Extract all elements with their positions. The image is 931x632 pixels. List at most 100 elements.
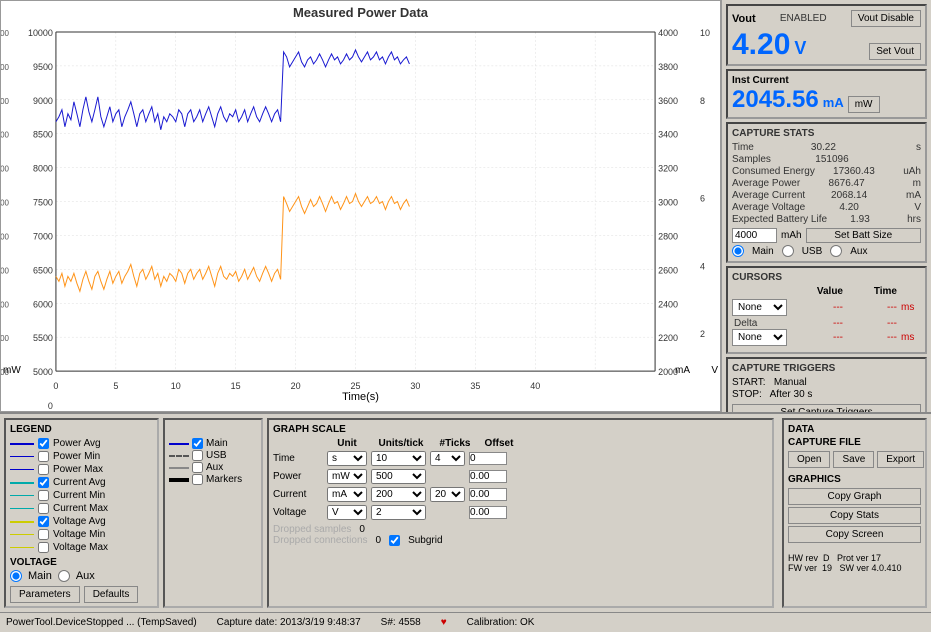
power-offset-input[interactable] xyxy=(469,470,507,483)
legend-line-current-min xyxy=(10,495,34,496)
cursor1-select[interactable]: None xyxy=(732,299,787,316)
top-area: Measured Power Data xyxy=(0,0,931,412)
gl-main: Main xyxy=(169,438,257,449)
copy-stats-button[interactable]: Copy Stats xyxy=(788,507,921,524)
legend-check-voltage-max[interactable] xyxy=(38,542,49,553)
trigger-stop-value: After 30 s xyxy=(770,389,813,400)
stat-row-batt-life: Expected Battery Life 1.93 hrs xyxy=(732,214,921,225)
capture-stats-title: CAPTURE STATS xyxy=(732,128,921,139)
current-ticks-select[interactable]: 20 xyxy=(430,487,465,502)
set-batt-button[interactable]: Set Batt Size xyxy=(806,228,921,243)
sw-ver: 4.0.410 xyxy=(872,563,902,573)
subgrid-checkbox[interactable] xyxy=(389,535,400,546)
gl-line-aux xyxy=(169,467,189,469)
gl-line-main xyxy=(169,443,189,445)
voltage-offset-input[interactable] xyxy=(469,506,507,519)
voltage-aux-radio[interactable] xyxy=(58,570,70,582)
batt-usb-radio[interactable] xyxy=(782,245,794,257)
gs-header-row: Unit Units/tick #Ticks Offset xyxy=(273,438,768,449)
status-serial: S#: 4558 xyxy=(381,617,421,628)
cursor1-time-unit: ms xyxy=(901,302,921,313)
svg-text:7000: 7000 xyxy=(1,232,10,241)
inst-current-label: Inst Current xyxy=(732,75,921,86)
gl-check-aux[interactable] xyxy=(192,462,203,473)
open-button[interactable]: Open xyxy=(788,451,830,468)
chart-area: Measured Power Data xyxy=(0,0,721,412)
time-offset-input[interactable] xyxy=(469,452,507,465)
voltage-unit-select[interactable]: V xyxy=(327,505,367,520)
time-units-per-tick-select[interactable]: 10 xyxy=(371,451,426,466)
gs-voltage-row: Voltage V 2 xyxy=(273,505,768,520)
save-button[interactable]: Save xyxy=(833,451,874,468)
vout-label: Vout xyxy=(732,13,756,25)
gl-check-usb[interactable] xyxy=(192,450,203,461)
delta-time: --- xyxy=(847,318,897,329)
svg-text:2200: 2200 xyxy=(658,333,678,343)
svg-text:10: 10 xyxy=(171,381,181,391)
legend-item-voltage-max: Voltage Max xyxy=(10,542,153,553)
trigger-start-value: Manual xyxy=(774,377,807,388)
legend-line-power-avg xyxy=(10,443,34,445)
svg-text:10000: 10000 xyxy=(28,28,53,38)
legend-item-voltage-avg: Voltage Avg xyxy=(10,516,153,527)
svg-text:6500: 6500 xyxy=(1,266,10,275)
legend-line-voltage-avg xyxy=(10,521,34,523)
batt-aux-radio[interactable] xyxy=(830,245,842,257)
chart-container: 10000 9500 9000 8500 8000 7500 7000 6500… xyxy=(1,22,720,411)
svg-text:9000: 9000 xyxy=(1,97,10,106)
legend-check-power-max[interactable] xyxy=(38,464,49,475)
parameters-button[interactable]: Parameters xyxy=(10,586,80,603)
legend-line-voltage-min xyxy=(10,534,34,535)
svg-text:25: 25 xyxy=(351,381,361,391)
cursor-col-time: Time xyxy=(847,286,897,297)
legend-check-power-min[interactable] xyxy=(38,451,49,462)
current-units-per-tick-select[interactable]: 200 xyxy=(371,487,426,502)
svg-text:0: 0 xyxy=(53,381,58,391)
batt-main-radio[interactable] xyxy=(732,245,744,257)
voltage-title: VOLTAGE xyxy=(10,557,153,568)
legend-check-current-avg[interactable] xyxy=(38,477,49,488)
main-container: Measured Power Data xyxy=(0,0,931,632)
power-unit-select[interactable]: mW xyxy=(327,469,367,484)
legend-line-current-max xyxy=(10,508,34,509)
current-offset-input[interactable] xyxy=(469,488,507,501)
dropped-samples-value: 0 xyxy=(359,524,365,535)
power-units-per-tick-select[interactable]: 500 xyxy=(371,469,426,484)
inst-mw-button[interactable]: mW xyxy=(848,96,880,113)
graph-scale-section: GRAPH SCALE Unit Units/tick #Ticks Offse… xyxy=(267,418,774,608)
copy-graph-button[interactable]: Copy Graph xyxy=(788,488,921,505)
batt-size-input[interactable] xyxy=(732,228,777,243)
time-ticks-select[interactable]: 4 xyxy=(430,451,465,466)
legend-check-power-avg[interactable] xyxy=(38,438,49,449)
legend-title: LEGEND xyxy=(10,424,153,435)
set-vout-button[interactable]: Set Vout xyxy=(869,43,921,60)
svg-text:8: 8 xyxy=(700,96,705,106)
dropped-samples-row: Dropped samples 0 xyxy=(273,524,768,535)
gs-time-row: Time s 10 4 xyxy=(273,451,768,466)
vout-disable-button[interactable]: Vout Disable xyxy=(851,10,921,27)
legend-check-current-min[interactable] xyxy=(38,490,49,501)
right-panel: Vout ENABLED Vout Disable 4.20 V Set Vou… xyxy=(721,0,931,412)
legend-check-current-max[interactable] xyxy=(38,503,49,514)
gl-check-markers[interactable] xyxy=(192,474,203,485)
copy-screen-button[interactable]: Copy Screen xyxy=(788,526,921,543)
stat-row-time: Time 30.22 s xyxy=(732,142,921,153)
gl-check-main[interactable] xyxy=(192,438,203,449)
cursor2-value: --- xyxy=(791,332,843,343)
cursor2-select[interactable]: None xyxy=(732,329,787,346)
status-bar: PowerTool.DeviceStopped ... (TempSaved) … xyxy=(0,612,931,632)
legend-check-voltage-min[interactable] xyxy=(38,529,49,540)
legend-check-voltage-avg[interactable] xyxy=(38,516,49,527)
voltage-units-per-tick-select[interactable]: 2 xyxy=(371,505,426,520)
svg-text:7500: 7500 xyxy=(33,198,53,208)
current-unit-select[interactable]: mA xyxy=(327,487,367,502)
svg-text:4: 4 xyxy=(700,261,705,271)
voltage-main-radio[interactable] xyxy=(10,570,22,582)
time-unit-select[interactable]: s xyxy=(327,451,367,466)
defaults-button[interactable]: Defaults xyxy=(84,586,139,603)
inst-current-section: Inst Current 2045.56 mA mW xyxy=(726,69,927,119)
svg-text:3200: 3200 xyxy=(658,164,678,174)
export-button[interactable]: Export xyxy=(877,451,924,468)
svg-text:6500: 6500 xyxy=(33,265,53,275)
legend-line-current-avg xyxy=(10,482,34,484)
